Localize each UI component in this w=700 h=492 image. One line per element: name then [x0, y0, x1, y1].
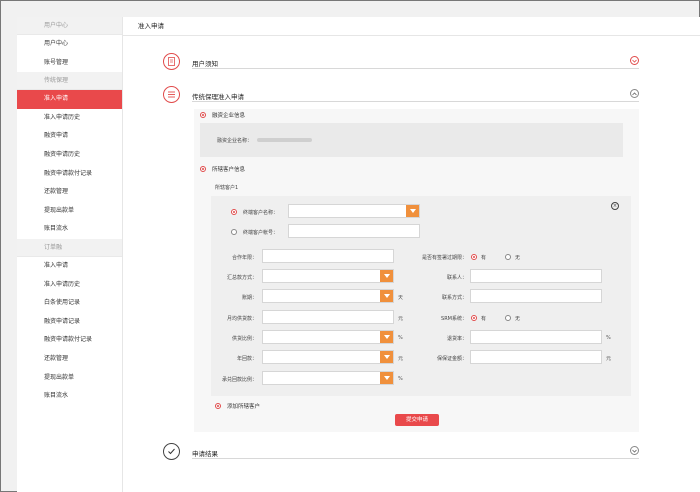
dropdown-arrow-icon[interactable]	[380, 290, 393, 302]
chevron-down-icon[interactable]	[630, 56, 639, 65]
radio-yes-label: 有	[481, 255, 487, 261]
dropdown-arrow-icon[interactable]	[380, 372, 393, 384]
section-application-label: 传统保理准入申请	[192, 93, 244, 101]
sidebar-item-admission-history[interactable]: 准入申请历史	[17, 109, 122, 128]
unit-days: 天	[398, 295, 404, 301]
sidebar-item-user-center[interactable]: 用户中心	[17, 35, 122, 54]
customer-title: 所辖客户1	[215, 185, 239, 191]
dropdown-arrow-icon[interactable]	[380, 270, 393, 282]
section-application[interactable]: 传统保理准入申请	[163, 86, 639, 106]
unit-yuan: 元	[398, 356, 404, 362]
company-name-value	[257, 138, 312, 142]
contact-method-input[interactable]	[470, 289, 602, 303]
sidebar-item-withdraw[interactable]: 提现出款单	[17, 202, 122, 221]
contact-input[interactable]	[470, 269, 602, 283]
add-customer-button[interactable]: 添加所辖客户	[215, 402, 260, 410]
add-icon	[215, 403, 221, 409]
supply-ratio-select[interactable]	[262, 330, 394, 344]
radio-customer-name[interactable]	[231, 209, 237, 215]
monthly-supply-input[interactable]	[262, 310, 394, 324]
return-rate-input[interactable]	[470, 330, 602, 344]
radio-yes-label: 有	[481, 316, 487, 322]
annual-payment-select[interactable]	[262, 350, 394, 364]
radio-srm-yes[interactable]	[471, 315, 477, 321]
customer-name-select[interactable]	[288, 204, 420, 218]
sidebar-item-repayment[interactable]: 还款管理	[17, 183, 122, 202]
close-icon[interactable]: ×	[611, 202, 619, 210]
deposit-amount-label: 保保证金额：	[436, 356, 467, 362]
sidebar-group-order-finance: 订单融	[17, 238, 122, 257]
page-title: 准入申请	[123, 17, 700, 36]
chevron-down-icon[interactable]	[630, 446, 639, 455]
supply-ratio-label: 供货比例：	[231, 336, 257, 342]
sidebar-item-order-repayment[interactable]: 还款管理	[17, 350, 122, 369]
document-icon	[163, 53, 180, 70]
customer-account-label: 终端客户帐号：	[243, 230, 279, 236]
sidebar-group-user-center: 用户中心	[17, 17, 122, 35]
sidebar-item-order-payment-record[interactable]: 融资申请款付记录	[17, 331, 122, 350]
customer-account-input[interactable]	[288, 224, 420, 238]
sidebar-item-order-admission-history[interactable]: 准入申请历史	[17, 276, 122, 295]
sidebar: 用户中心 用户中心 账号管理 传统保理 准入申请 准入申请历史 融资申请 融资申…	[17, 17, 123, 492]
return-rate-label: 退货率：	[446, 336, 467, 342]
financing-info-heading: 融资企业信息	[200, 111, 245, 119]
dropdown-arrow-icon[interactable]	[406, 205, 419, 217]
radio-customer-account[interactable]	[231, 229, 237, 235]
customer-name-label: 终端客户名称：	[243, 210, 279, 216]
sidebar-group-factoring: 传统保理	[17, 72, 122, 91]
billing-period-select[interactable]	[262, 289, 394, 303]
srm-system-label: SRM系统：	[441, 316, 467, 322]
unit-yuan: 元	[398, 316, 404, 322]
unit-yuan: 元	[606, 356, 612, 362]
annual-payment-label: 年回款：	[236, 356, 257, 362]
sidebar-item-order-admission-apply[interactable]: 准入申请	[17, 257, 122, 276]
sidebar-item-order-withdraw[interactable]: 提现出款单	[17, 369, 122, 388]
submit-button[interactable]: 提交申请	[395, 414, 439, 426]
sidebar-item-ledger[interactable]: 账目流水	[17, 220, 122, 239]
check-icon	[163, 443, 180, 460]
payment-method-label: 汇总款方式：	[226, 275, 257, 281]
section-result[interactable]: 申请结果	[163, 443, 639, 463]
unit-percent: %	[398, 376, 403, 382]
sidebar-item-account-manage[interactable]: 账号管理	[17, 54, 122, 73]
chevron-up-icon[interactable]	[630, 89, 639, 98]
sidebar-item-iou-records[interactable]: 白条使用记录	[17, 294, 122, 313]
sidebar-item-order-ledger[interactable]: 账目流水	[17, 387, 122, 406]
section-notice[interactable]: 用户须知	[163, 53, 639, 73]
list-icon	[163, 86, 180, 103]
radio-signed-yes[interactable]	[471, 254, 477, 260]
radio-srm-no[interactable]	[505, 315, 511, 321]
bullet-icon	[200, 166, 206, 172]
radio-no-label: 无	[515, 316, 521, 322]
sidebar-item-finance-apply[interactable]: 融资申请	[17, 127, 122, 146]
dropdown-arrow-icon[interactable]	[380, 331, 393, 343]
radio-no-label: 无	[515, 255, 521, 261]
customer-info-heading: 所辖客户信息	[200, 165, 245, 173]
sidebar-item-admission-apply[interactable]: 准入申请	[17, 90, 122, 109]
contact-method-label: 联系方式：	[441, 295, 467, 301]
billing-period-label: 账期：	[241, 295, 257, 301]
dropdown-arrow-icon[interactable]	[380, 351, 393, 363]
app-frame: 用户中心 用户中心 账号管理 传统保理 准入申请 准入申请历史 融资申请 融资申…	[0, 0, 700, 492]
cooperation-years-label: 合作年限：	[231, 255, 257, 261]
sidebar-item-finance-history[interactable]: 融资申请历史	[17, 146, 122, 165]
section-notice-label: 用户须知	[192, 60, 218, 68]
unit-percent: %	[606, 335, 611, 341]
acceptance-ratio-select[interactable]	[262, 371, 394, 385]
monthly-supply-label: 月均供货款：	[226, 316, 257, 322]
signed-term-label: 是否有签署过期限：	[421, 255, 467, 261]
cooperation-years-input[interactable]	[262, 249, 394, 263]
section-result-label: 申请结果	[192, 450, 218, 458]
deposit-amount-input[interactable]	[470, 350, 602, 364]
bullet-icon	[200, 112, 206, 118]
unit-percent: %	[398, 335, 403, 341]
sidebar-item-order-finance-records[interactable]: 融资申请记录	[17, 313, 122, 332]
acceptance-ratio-label: 承兑回款比例：	[221, 377, 257, 383]
sidebar-item-finance-payment-record[interactable]: 融资申请款付记录	[17, 165, 122, 184]
payment-method-select[interactable]	[262, 269, 394, 283]
contact-label: 联系人：	[446, 275, 467, 281]
radio-signed-no[interactable]	[505, 254, 511, 260]
company-name-label: 融资企业名称：	[217, 138, 253, 144]
